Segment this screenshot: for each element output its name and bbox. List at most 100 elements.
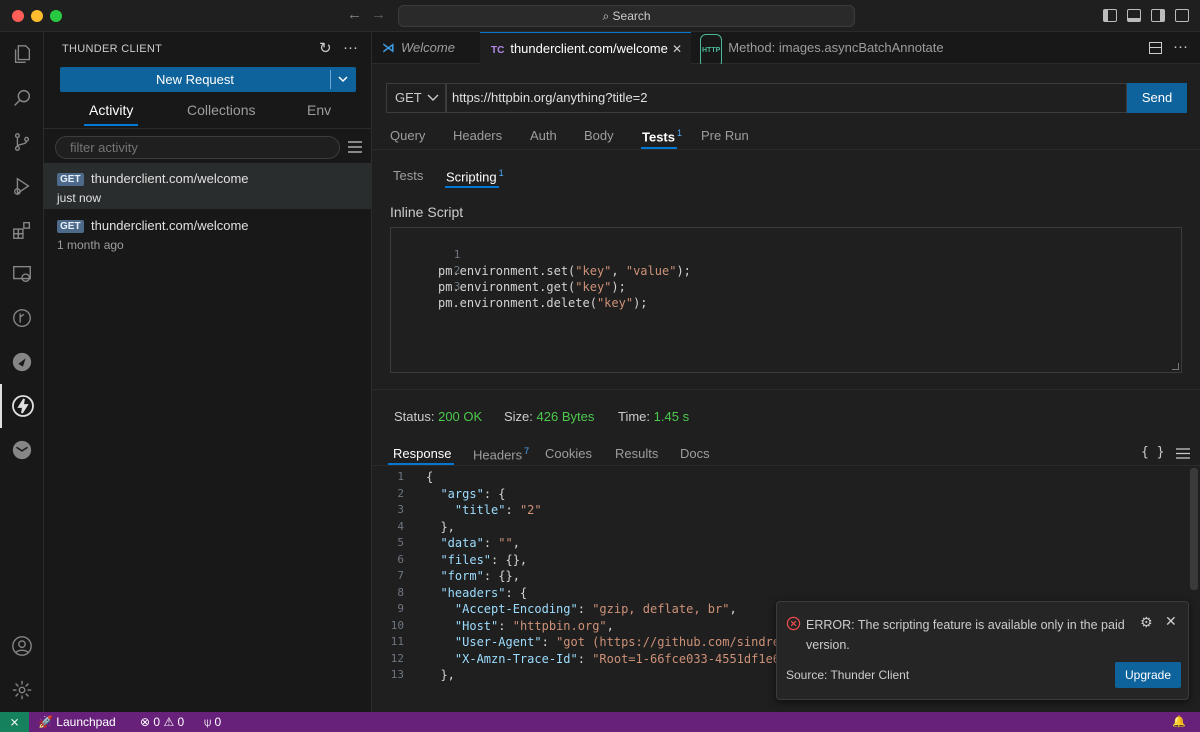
rocket-icon: 🚀 <box>38 715 53 729</box>
activity-url: thunderclient.com/welcome <box>91 218 249 233</box>
error-circle-icon: ⊗ <box>140 715 151 729</box>
git-graph-icon[interactable] <box>0 296 44 340</box>
tab-label: Welcome <box>401 40 455 55</box>
search-icon[interactable] <box>0 76 44 120</box>
explorer-icon[interactable] <box>0 32 44 76</box>
tab-tests[interactable]: Tests 1 <box>642 128 682 144</box>
command-search-box[interactable]: ⌕ Search <box>398 5 855 27</box>
toggle-panel-icon[interactable] <box>1127 9 1141 22</box>
tab-results[interactable]: Results <box>615 446 658 461</box>
subtab-scripting[interactable]: Scripting 1 <box>446 168 504 184</box>
tab-welcome[interactable]: ⋊ Welcome <box>372 32 480 64</box>
response-scrollbar[interactable] <box>1190 468 1198 590</box>
launchpad-item[interactable]: 🚀 Launchpad <box>38 715 116 729</box>
split-editor-icon[interactable] <box>1149 42 1162 54</box>
title-bar: ← → ⌕ Search <box>0 0 1200 32</box>
remote-indicator-icon[interactable]: ⨯ <box>0 712 29 732</box>
response-size: Size: 426 Bytes <box>504 409 595 424</box>
toggle-secondary-sidebar-icon[interactable] <box>1151 9 1165 22</box>
upgrade-button[interactable]: Upgrade <box>1115 662 1181 688</box>
new-request-label: New Request <box>155 72 235 87</box>
close-window-button[interactable] <box>12 10 24 22</box>
tab-activity[interactable]: Activity <box>89 102 133 118</box>
resize-handle[interactable] <box>1172 363 1179 370</box>
chevron-down-icon <box>427 94 439 101</box>
activity-item[interactable]: GET thunderclient.com/welcome 1 month ag… <box>44 210 371 256</box>
code-line: 2 pm.environment.get("key"); <box>438 264 626 294</box>
thunder-client-tab-icon: TC <box>491 45 505 56</box>
method-select[interactable]: GET <box>386 83 446 113</box>
tab-cookies[interactable]: Cookies <box>545 446 592 461</box>
more-actions-icon[interactable]: ··· <box>343 39 358 56</box>
send-button[interactable]: Send <box>1127 83 1187 113</box>
gear-icon[interactable]: ⚙ <box>1140 614 1153 631</box>
remote-explorer-icon[interactable] <box>0 252 44 296</box>
http-file-icon: HTTP <box>700 34 723 68</box>
customize-layout-icon[interactable] <box>1175 9 1189 22</box>
tab-body[interactable]: Body <box>584 128 614 143</box>
notifications-bell-icon[interactable]: 🔔 <box>1172 715 1186 729</box>
close-icon[interactable]: ✕ <box>1165 613 1177 630</box>
response-menu-icon[interactable] <box>1176 448 1190 459</box>
close-icon[interactable]: ✕ <box>672 33 682 65</box>
mail-icon[interactable] <box>0 428 44 472</box>
code-line: 3 pm.environment.delete("key"); <box>438 280 648 310</box>
tab-pre-run[interactable]: Pre Run <box>701 128 749 143</box>
url-input[interactable]: https://httpbin.org/anything?title=2 <box>446 83 1127 113</box>
error-icon <box>786 616 801 631</box>
tab-thunderclient-welcome[interactable]: TC thunderclient.com/welcome ✕ <box>480 32 691 64</box>
run-debug-icon[interactable] <box>0 164 44 208</box>
tab-response-headers[interactable]: Headers 7 <box>473 446 529 462</box>
tab-env[interactable]: Env <box>307 102 331 118</box>
refresh-icon[interactable]: ↻ <box>319 39 332 57</box>
notification-message: ERROR: The scripting feature is availabl… <box>806 618 1125 652</box>
tab-headers[interactable]: Headers <box>453 128 502 143</box>
ports-item[interactable]: ⍦ 0 <box>204 715 221 729</box>
activity-item[interactable]: GET thunderclient.com/welcome just now <box>44 163 371 209</box>
tab-query[interactable]: Query <box>390 128 425 143</box>
tab-method-async-batch-annotate[interactable]: HTTP Method: images.asyncBatchAnnotate <box>691 32 953 68</box>
back-arrow-icon[interactable]: ← <box>347 6 362 23</box>
activity-time: 1 month ago <box>57 238 124 252</box>
account-icon[interactable] <box>0 624 44 668</box>
forward-arrow-icon[interactable]: → <box>371 6 386 23</box>
search-label: Search <box>612 9 651 23</box>
chevron-down-icon[interactable] <box>336 72 350 86</box>
tab-collections[interactable]: Collections <box>187 102 255 118</box>
tab-label: Method: images.asyncBatchAnnotate <box>728 40 944 55</box>
tab-response[interactable]: Response <box>393 446 452 461</box>
thunder-client-icon[interactable] <box>0 384 44 428</box>
source-control-icon[interactable] <box>0 120 44 164</box>
tab-auth[interactable]: Auth <box>530 128 557 143</box>
inline-script-editor[interactable]: 1 pm.environment.set("key", "value"); 2 … <box>390 227 1182 373</box>
warning-icon: ⚠ <box>163 715 175 729</box>
notification-source: Source: Thunder Client <box>786 668 910 682</box>
filter-menu-icon[interactable] <box>348 141 362 153</box>
method-badge: GET <box>57 220 84 233</box>
status-value: 200 OK <box>438 409 483 424</box>
settings-gear-icon[interactable] <box>0 668 44 712</box>
size-value: 426 Bytes <box>536 409 595 424</box>
editor-tab-bar: ⋊ Welcome TC thunderclient.com/welcome ✕ H… <box>372 32 1200 68</box>
filter-activity-input[interactable] <box>55 136 340 159</box>
tab-docs[interactable]: Docs <box>680 446 710 461</box>
button-split-divider <box>330 70 331 89</box>
extensions-icon[interactable] <box>0 208 44 252</box>
problems-item[interactable]: ⊗ 0 ⚠ 0 <box>140 715 184 729</box>
method-badge: GET <box>57 173 84 186</box>
format-json-icon[interactable]: { } <box>1141 445 1164 460</box>
active-tab-indicator <box>84 124 138 126</box>
scripting-count-badge: 1 <box>498 168 504 178</box>
more-actions-icon[interactable]: ··· <box>1173 38 1188 55</box>
inline-script-title: Inline Script <box>390 204 464 220</box>
minimize-window-button[interactable] <box>31 10 43 22</box>
code-line: 1 pm.environment.set("key", "value"); <box>438 248 691 278</box>
maximize-window-button[interactable] <box>50 10 62 22</box>
pipeline-icon[interactable] <box>0 340 44 384</box>
subtab-tests[interactable]: Tests <box>393 168 423 183</box>
response-time: Time: 1.45 s <box>618 409 690 424</box>
broadcast-icon: ⍦ <box>204 715 212 729</box>
toggle-primary-sidebar-icon[interactable] <box>1103 9 1117 22</box>
pane-splitter[interactable] <box>372 389 1200 390</box>
new-request-button[interactable]: New Request <box>60 67 356 92</box>
